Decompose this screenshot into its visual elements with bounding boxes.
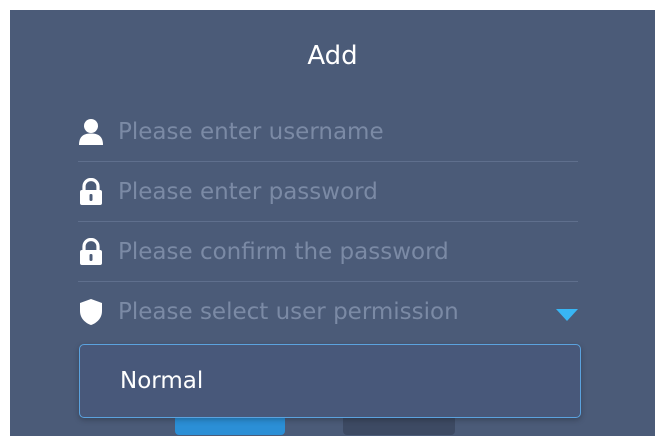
confirm-button[interactable] <box>175 415 285 435</box>
password-field <box>78 162 578 222</box>
lock-icon <box>78 238 104 266</box>
permission-option-normal[interactable]: Normal <box>80 345 580 417</box>
user-icon <box>78 118 104 146</box>
cancel-button[interactable] <box>343 415 455 435</box>
add-user-dialog: Add Please enter username Please select … <box>10 10 655 436</box>
permission-placeholder: Please select user permission <box>118 299 459 325</box>
lock-icon <box>78 178 104 206</box>
permission-dropdown: Normal <box>79 344 581 418</box>
password-input[interactable] <box>118 172 558 212</box>
username-field <box>78 102 578 162</box>
confirm-password-field <box>78 222 578 282</box>
caret-down-icon[interactable] <box>556 309 578 321</box>
username-input[interactable] <box>118 112 558 152</box>
shield-icon <box>78 298 104 326</box>
dialog-title: Add <box>307 41 358 71</box>
permission-select[interactable]: Please select user permission <box>78 282 578 342</box>
confirm-password-input[interactable] <box>118 232 558 272</box>
